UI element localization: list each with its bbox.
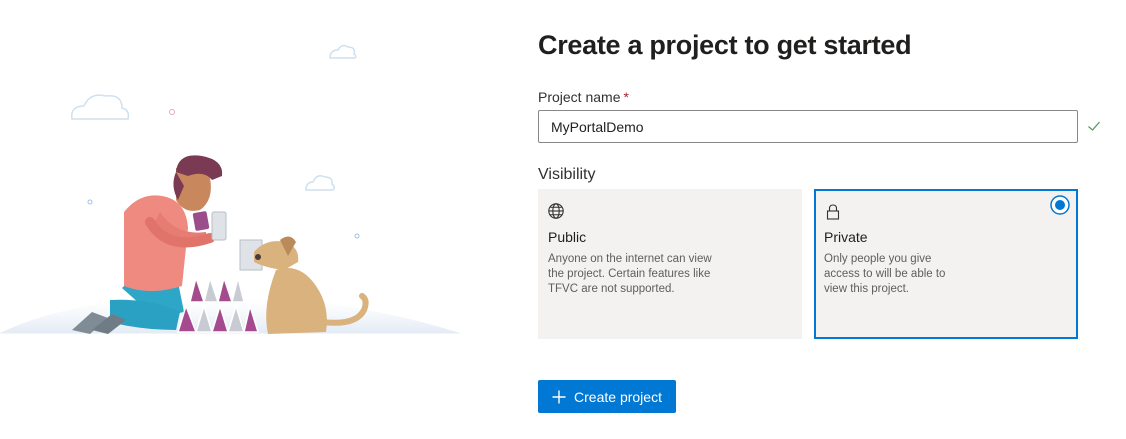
create-project-label: Create project xyxy=(574,388,662,405)
visibility-option-private[interactable]: Private Only people you give access to w… xyxy=(814,189,1078,339)
plus-icon xyxy=(552,390,566,403)
globe-icon xyxy=(548,203,564,219)
illustration-person-dog-card-house xyxy=(0,44,460,334)
radio-selected-icon[interactable] xyxy=(1050,195,1070,215)
project-name-input[interactable] xyxy=(538,110,1078,143)
checkmark-icon xyxy=(1088,121,1100,131)
visibility-label: Visibility xyxy=(538,166,596,183)
visibility-option-public[interactable]: Public Anyone on the internet can view t… xyxy=(538,189,802,339)
cloud-icon xyxy=(305,175,336,191)
page-title: Create a project to get started xyxy=(538,30,912,60)
public-option-title: Public xyxy=(548,229,587,245)
cloud-icon xyxy=(329,44,357,59)
lock-icon xyxy=(826,204,840,220)
public-option-description: Anyone on the internet can view the proj… xyxy=(548,253,712,295)
required-indicator: * xyxy=(623,89,629,105)
project-name-label-text: Project name xyxy=(538,89,621,105)
private-option-title: Private xyxy=(824,229,868,245)
cloud-icon xyxy=(71,94,130,120)
create-project-button[interactable]: Create project xyxy=(538,380,676,413)
project-name-label: Project name * xyxy=(538,89,629,105)
private-option-description: Only people you give access to will be a… xyxy=(824,253,946,295)
